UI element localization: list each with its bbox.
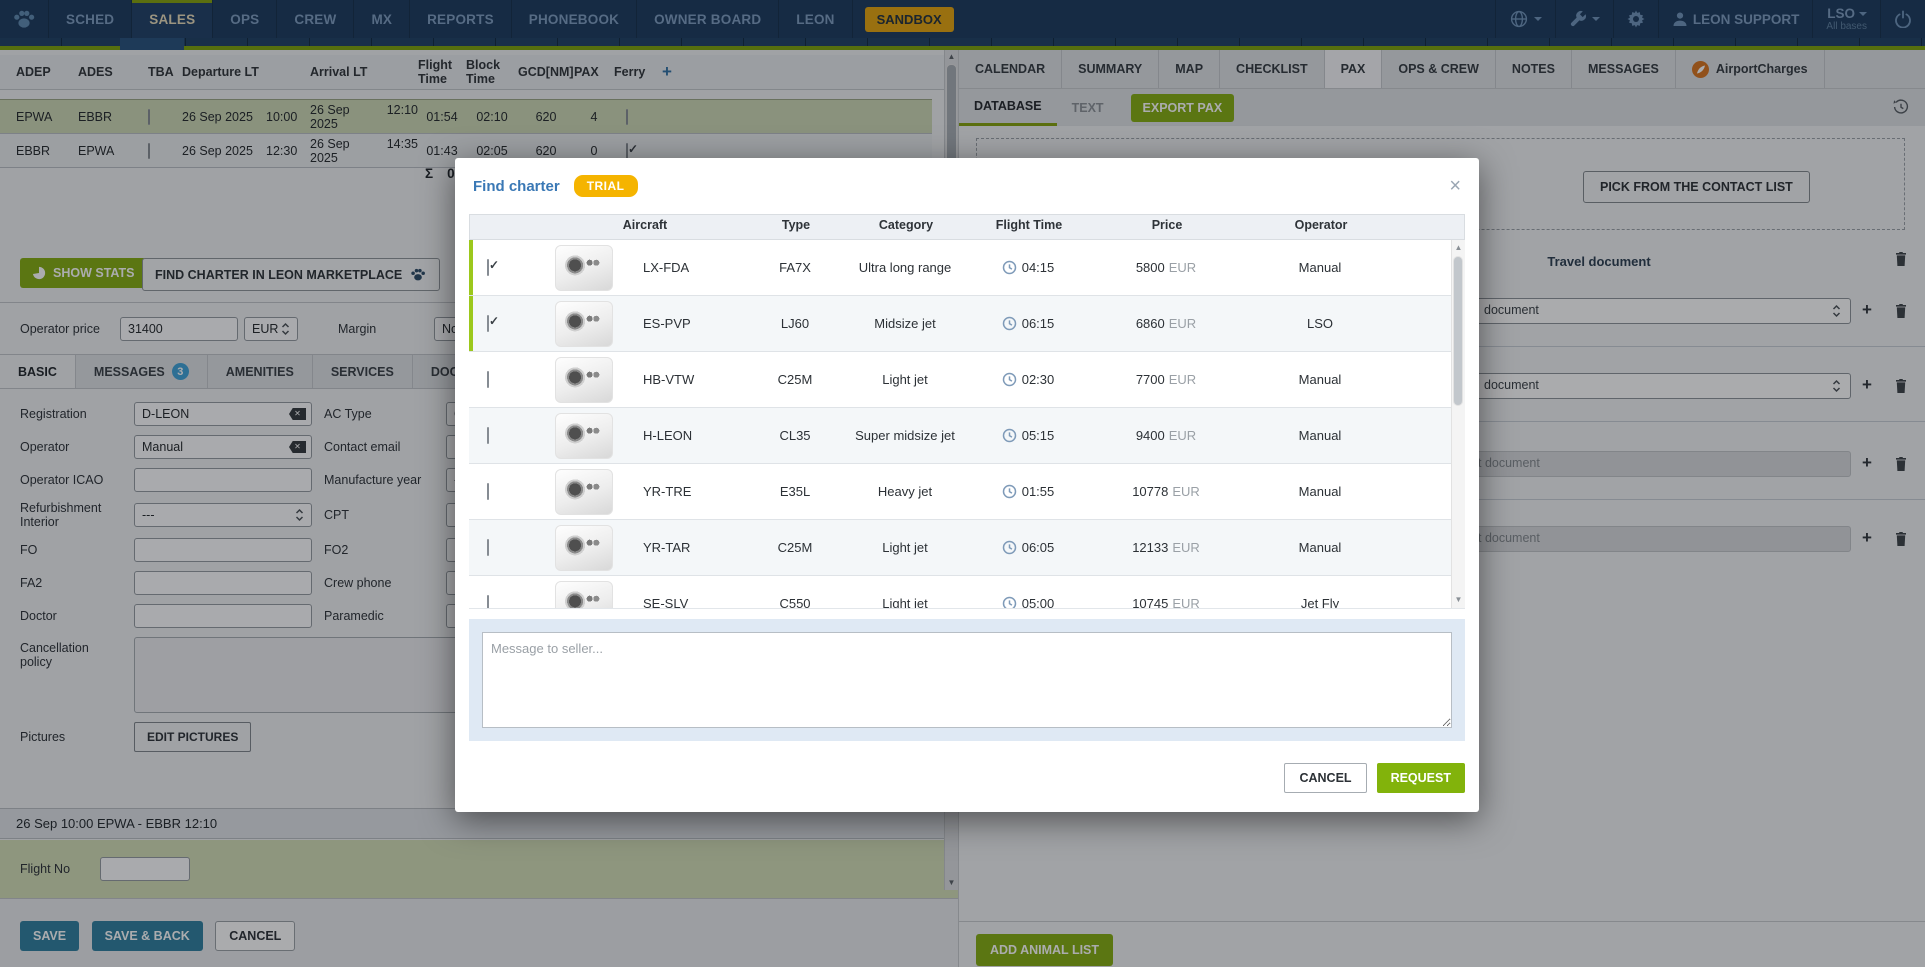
clock-icon [1002, 596, 1017, 609]
type-cell: C550 [749, 596, 841, 609]
message-section [469, 619, 1465, 741]
aircraft-photo [555, 245, 613, 291]
price-cell: 6860EUR [1087, 316, 1245, 331]
clock-icon [1002, 372, 1017, 387]
operator-cell: Manual [1245, 540, 1395, 555]
flight-time-cell: 02:30 [969, 372, 1087, 387]
flight-time-cell: 05:15 [969, 428, 1087, 443]
charter-rows: LX-FDA FA7X Ultra long range 04:15 5800E… [469, 240, 1465, 609]
charter-row[interactable]: H-LEON CL35 Super midsize jet 05:15 9400… [469, 408, 1452, 464]
registration-cell: HB-VTW [643, 372, 749, 387]
scrollbar-thumb[interactable] [1453, 256, 1463, 406]
charter-checkbox[interactable] [487, 371, 489, 388]
charter-row[interactable]: LX-FDA FA7X Ultra long range 04:15 5800E… [469, 240, 1452, 296]
charter-checkbox[interactable] [487, 483, 489, 500]
price-cell: 5800EUR [1087, 260, 1245, 275]
price-cell: 10778EUR [1087, 484, 1245, 499]
flight-time-cell: 06:15 [969, 316, 1087, 331]
category-cell: Super midsize jet [841, 428, 969, 443]
trial-badge: TRIAL [574, 175, 638, 197]
charter-row[interactable]: SE-SLV C550 Light jet 05:00 10745EUR Jet… [469, 576, 1452, 609]
category-cell: Heavy jet [841, 484, 969, 499]
col-operator: Operator [1246, 218, 1396, 232]
modal-title: Find charter [473, 178, 560, 195]
flight-time-cell: 05:00 [969, 596, 1087, 609]
category-cell: Light jet [841, 596, 969, 609]
registration-cell: ES-PVP [643, 316, 749, 331]
type-cell: CL35 [749, 428, 841, 443]
charter-row[interactable]: ES-PVP LJ60 Midsize jet 06:15 6860EUR LS… [469, 296, 1452, 352]
col-flight-time: Flight Time [970, 218, 1088, 232]
aircraft-photo [555, 581, 613, 610]
close-icon[interactable]: × [1449, 176, 1461, 196]
request-button[interactable]: REQUEST [1377, 763, 1465, 793]
price-cell: 10745EUR [1087, 596, 1245, 609]
charter-list: LX-FDA FA7X Ultra long range 04:15 5800E… [469, 240, 1465, 609]
clock-icon [1002, 260, 1017, 275]
charter-list-scrollbar[interactable]: ▲ ▼ [1451, 240, 1465, 608]
app-window: SCHEDSALESOPSCREWMXREPORTSPHONEBOOKOWNER… [0, 0, 1925, 967]
operator-cell: Manual [1245, 372, 1395, 387]
type-cell: C25M [749, 540, 841, 555]
type-cell: E35L [749, 484, 841, 499]
registration-cell: YR-TRE [643, 484, 749, 499]
charter-row[interactable]: HB-VTW C25M Light jet 02:30 7700EUR Manu… [469, 352, 1452, 408]
type-cell: FA7X [749, 260, 841, 275]
message-to-seller-input[interactable] [482, 632, 1452, 728]
operator-cell: Jet Fly [1245, 596, 1395, 609]
col-aircraft: Aircraft [470, 218, 750, 232]
aircraft-photo [555, 301, 613, 347]
scroll-up-arrow[interactable]: ▲ [1452, 241, 1465, 255]
operator-cell: LSO [1245, 316, 1395, 331]
clock-icon [1002, 540, 1017, 555]
clock-icon [1002, 484, 1017, 499]
scroll-down-arrow[interactable]: ▼ [1452, 593, 1465, 607]
registration-cell: H-LEON [643, 428, 749, 443]
category-cell: Light jet [841, 540, 969, 555]
modal-header: Find charter TRIAL × [455, 158, 1479, 214]
clock-icon [1002, 428, 1017, 443]
charter-checkbox[interactable] [487, 595, 489, 609]
registration-cell: SE-SLV [643, 596, 749, 609]
registration-cell: YR-TAR [643, 540, 749, 555]
aircraft-photo [555, 469, 613, 515]
modal-cancel-button[interactable]: CANCEL [1284, 763, 1366, 793]
flight-time-cell: 04:15 [969, 260, 1087, 275]
col-price: Price [1088, 218, 1246, 232]
aircraft-photo [555, 413, 613, 459]
charter-row[interactable]: YR-TAR C25M Light jet 06:05 12133EUR Man… [469, 520, 1452, 576]
category-cell: Light jet [841, 372, 969, 387]
charter-table-header: AircraftTypeCategoryFlight TimePriceOper… [469, 214, 1465, 240]
charter-checkbox[interactable] [487, 259, 489, 276]
operator-cell: Manual [1245, 428, 1395, 443]
price-cell: 9400EUR [1087, 428, 1245, 443]
charter-checkbox[interactable] [487, 315, 489, 332]
flight-time-cell: 01:55 [969, 484, 1087, 499]
charter-checkbox[interactable] [487, 427, 489, 444]
col-type: Type [750, 218, 842, 232]
find-charter-modal: Find charter TRIAL × AircraftTypeCategor… [455, 158, 1479, 812]
aircraft-photo [555, 357, 613, 403]
type-cell: C25M [749, 372, 841, 387]
modal-footer: CANCEL REQUEST [455, 741, 1479, 793]
charter-checkbox[interactable] [487, 539, 489, 556]
price-cell: 7700EUR [1087, 372, 1245, 387]
category-cell: Ultra long range [841, 260, 969, 275]
registration-cell: LX-FDA [643, 260, 749, 275]
clock-icon [1002, 316, 1017, 331]
category-cell: Midsize jet [841, 316, 969, 331]
operator-cell: Manual [1245, 260, 1395, 275]
operator-cell: Manual [1245, 484, 1395, 499]
col-category: Category [842, 218, 970, 232]
price-cell: 12133EUR [1087, 540, 1245, 555]
type-cell: LJ60 [749, 316, 841, 331]
charter-row[interactable]: YR-TRE E35L Heavy jet 01:55 10778EUR Man… [469, 464, 1452, 520]
aircraft-photo [555, 525, 613, 571]
flight-time-cell: 06:05 [969, 540, 1087, 555]
